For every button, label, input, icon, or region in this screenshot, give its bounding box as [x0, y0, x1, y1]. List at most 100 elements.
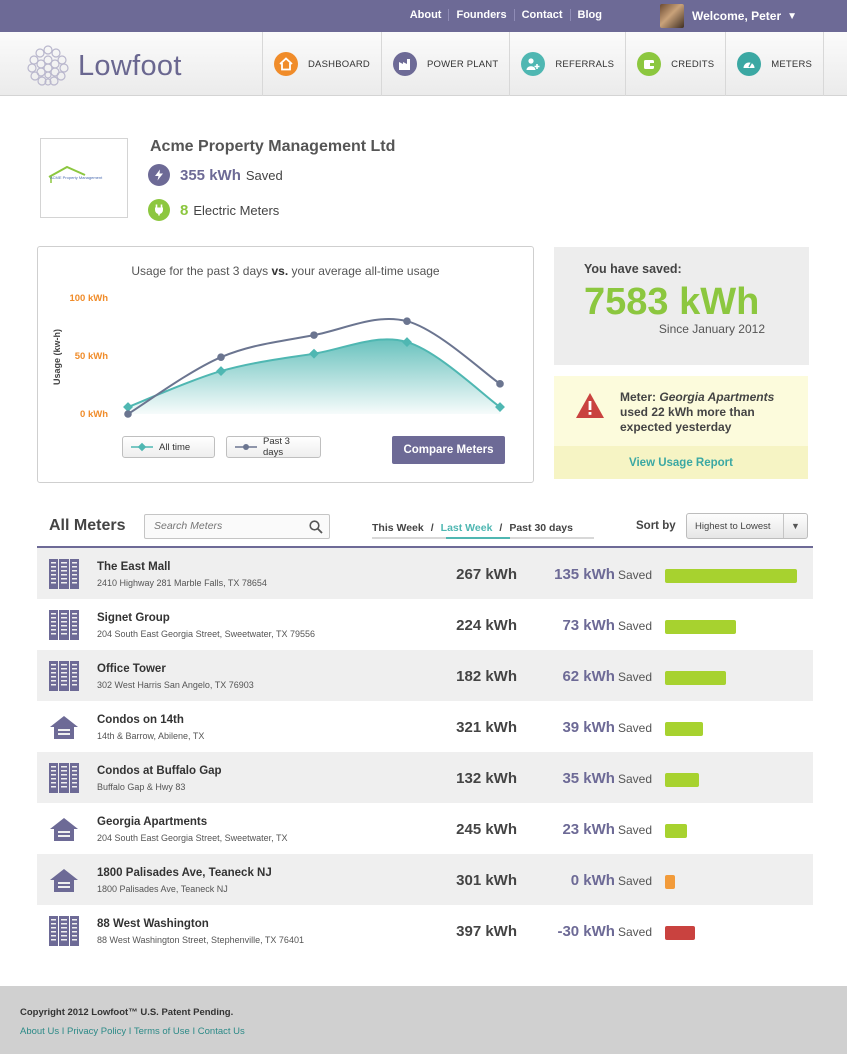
meter-name[interactable]: 1800 Palisades Ave, Teaneck NJ [97, 867, 272, 879]
footer-link-about[interactable]: About Us [20, 1026, 59, 1037]
table-row[interactable]: Signet Group 204 South East Georgia Stree… [37, 599, 813, 650]
period-tabs: This Week / Last Week / Past 30 days [372, 522, 573, 538]
meter-name[interactable]: Condos at Buffalo Gap [97, 765, 222, 777]
office-building-icon [47, 659, 81, 698]
savings-bar [665, 620, 736, 634]
dropdown-arrow-icon[interactable]: ▼ [783, 514, 807, 538]
meter-saved: 135 kWh Saved [517, 566, 652, 584]
meter-saved-value: 39 kWh [562, 719, 615, 736]
tab-last-week[interactable]: Last Week [441, 522, 493, 538]
savings-bar [665, 671, 726, 685]
y-tick-label: 50 kWh [75, 351, 108, 362]
top-link-blog[interactable]: Blog [569, 9, 609, 21]
period-separator: / [499, 522, 503, 534]
footer-separator: I [128, 1026, 132, 1037]
office-building-icon [47, 557, 81, 596]
meter-name[interactable]: Signet Group [97, 612, 170, 624]
top-link-founders[interactable]: Founders [448, 9, 513, 21]
copyright: Copyright 2012 Lowfoot™ U.S. Patent Pend… [20, 1007, 234, 1018]
past-3-days-point[interactable] [124, 410, 132, 418]
meter-saved: 73 kWh Saved [517, 617, 652, 635]
nav-power-plant-label: POWER PLANT [426, 58, 499, 70]
meter-name[interactable]: Office Tower [97, 663, 166, 675]
meter-name[interactable]: 88 West Washington [97, 918, 209, 930]
meter-saved: 23 kWh Saved [517, 821, 652, 839]
user-menu[interactable]: Welcome, Peter ▼ [660, 4, 797, 28]
table-row[interactable]: Georgia Apartments 204 South East Georgia… [37, 803, 813, 854]
meter-search[interactable] [144, 514, 330, 539]
table-row[interactable]: Condos at Buffalo Gap Buffalo Gap & Hwy 8… [37, 752, 813, 803]
savings-bar [665, 824, 687, 838]
sort-label: Sort by [636, 520, 676, 532]
meter-name[interactable]: The East Mall [97, 561, 171, 573]
top-link-about[interactable]: About [403, 9, 449, 21]
tab-this-week[interactable]: This Week [372, 522, 424, 538]
house-icon [47, 812, 81, 851]
nav-dashboard-label: DASHBOARD [308, 58, 370, 70]
compare-meters-button[interactable]: Compare Meters [392, 436, 505, 464]
circle-marker-icon [235, 442, 257, 452]
footer-link-contact[interactable]: Contact Us [198, 1026, 245, 1037]
nav-credits[interactable]: CREDITS [625, 32, 725, 96]
total-saved-value: 7583 kWh [584, 281, 760, 323]
nav-dashboard[interactable]: DASHBOARD [262, 32, 381, 96]
alert-message: Meter: Georgia Apartments used 22 kWh mo… [620, 390, 800, 435]
meter-alert-card: Meter: Georgia Apartments used 22 kWh mo… [554, 376, 808, 479]
nav-power-plant[interactable]: POWER PLANT [380, 32, 509, 96]
company-logo: ACME Property Management [40, 138, 128, 218]
meter-address: Buffalo Gap & Hwy 83 [97, 782, 186, 792]
meter-saved-value: 73 kWh [562, 617, 615, 634]
footer-link-terms[interactable]: Terms of Use [134, 1026, 190, 1037]
legend-all-time[interactable]: All time [122, 436, 215, 458]
savings-bar [665, 569, 797, 583]
meter-name[interactable]: Georgia Apartments [97, 816, 207, 828]
company-meters: 8 Electric Meters [148, 199, 279, 221]
brand-logo[interactable]: Lowfoot [26, 44, 182, 88]
meter-list: The East Mall 2410 Highway 281 Marble Fal… [37, 548, 813, 956]
view-usage-report-link[interactable]: View Usage Report [629, 457, 733, 469]
search-icon[interactable] [309, 520, 323, 534]
past-3-days-point[interactable] [496, 380, 504, 388]
table-row[interactable]: 88 West Washington 88 West Washington Str… [37, 905, 813, 956]
caret-down-icon: ▼ [787, 10, 798, 22]
past-3-days-point[interactable] [310, 331, 318, 339]
usage-chart: Usage (kw-h) 100 kWh 50 kWh 0 kWh [52, 293, 505, 420]
home-icon [274, 52, 298, 76]
search-input[interactable] [154, 520, 304, 532]
meter-saved-value: 23 kWh [562, 821, 615, 838]
past-3-days-point[interactable] [217, 353, 225, 361]
footer-link-privacy[interactable]: Privacy Policy [67, 1026, 126, 1037]
meter-saved-label: Saved [617, 772, 652, 786]
table-row[interactable]: The East Mall 2410 Highway 281 Marble Fal… [37, 548, 813, 599]
plug-icon [148, 199, 170, 221]
total-saved-card: You have saved: 7583 kWh Since January 2… [554, 247, 809, 365]
meter-address: 88 West Washington Street, Stephenville,… [97, 935, 304, 945]
period-separator: / [430, 522, 434, 534]
nav-meters[interactable]: METERS [725, 32, 825, 96]
meter-saved: 62 kWh Saved [517, 668, 652, 686]
sort-select[interactable]: Highest to Lowest ▼ [686, 513, 808, 539]
nav-referrals[interactable]: REFERRALS [509, 32, 625, 96]
meter-saved: 39 kWh Saved [517, 719, 652, 737]
table-row[interactable]: Condos on 14th 14th & Barrow, Abilene, TX… [37, 701, 813, 752]
meter-saved-label: Saved [617, 874, 652, 888]
alert-link-bar: View Usage Report [554, 446, 808, 479]
y-tick-label: 0 kWh [80, 409, 108, 420]
table-row[interactable]: Office Tower 302 West Harris San Angelo, … [37, 650, 813, 701]
table-row[interactable]: 1800 Palisades Ave, Teaneck NJ 1800 Palis… [37, 854, 813, 905]
meter-saved: 35 kWh Saved [517, 770, 652, 788]
meter-name[interactable]: Condos on 14th [97, 714, 184, 726]
top-link-contact[interactable]: Contact [513, 9, 570, 21]
past-3-days-point[interactable] [403, 317, 411, 325]
legend-past-3-days[interactable]: Past 3 days [226, 436, 321, 458]
welcome-text: Welcome, Peter [692, 9, 782, 23]
meter-address: 302 West Harris San Angelo, TX 76903 [97, 680, 254, 690]
savings-bar [665, 773, 699, 787]
total-saved-since: Since January 2012 [658, 322, 765, 336]
company-meters-label: Electric Meters [193, 202, 280, 218]
meter-saved-label: Saved [617, 721, 652, 735]
top-bar: About Founders Contact Blog Welcome, Pet… [0, 0, 847, 32]
tab-past-30-days[interactable]: Past 30 days [509, 522, 573, 538]
brand-name: Lowfoot [78, 49, 182, 82]
company-meters-value: 8 [180, 201, 189, 219]
